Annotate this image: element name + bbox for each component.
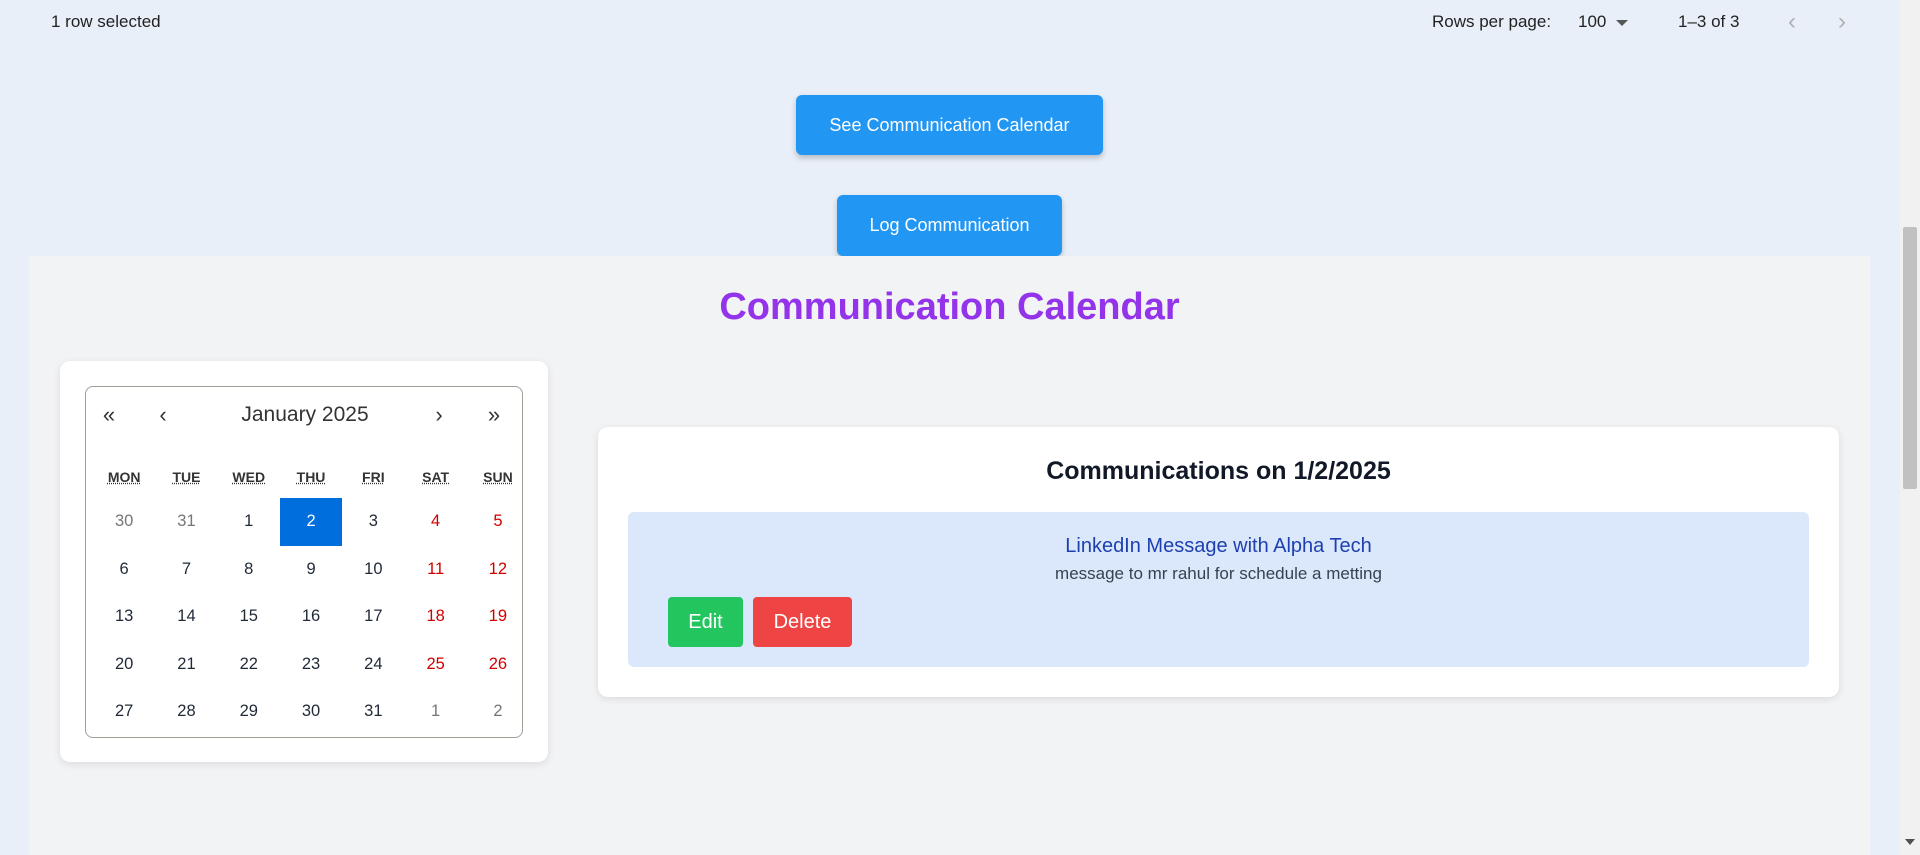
calendar-day-selected[interactable]: 2 [279, 498, 343, 546]
section-title: Communication Calendar [719, 286, 1180, 328]
calendar-day[interactable]: 1 [218, 498, 280, 546]
calendar-day[interactable]: 17 [342, 593, 404, 641]
calendar-day[interactable]: 16 [280, 593, 342, 641]
weekday-label: SAT [422, 469, 450, 485]
calendar-day[interactable]: 31 [342, 688, 404, 736]
weekday-header: MON [93, 469, 155, 485]
calendar-day[interactable]: 26 [467, 641, 529, 689]
calendar-day[interactable]: 11 [404, 546, 466, 594]
communications-heading: Communications on 1/2/2025 [1046, 457, 1391, 485]
weekday-label: SUN [483, 469, 513, 485]
selected-rows-count: 1 row selected [51, 12, 161, 31]
calendar-day[interactable]: 8 [218, 546, 280, 594]
calendar-day[interactable]: 29 [218, 688, 280, 736]
calendar-day[interactable]: 31 [155, 498, 217, 546]
chevron-down-icon [1616, 20, 1629, 26]
delete-button[interactable]: Delete [753, 597, 852, 647]
calendar-day[interactable]: 4 [404, 498, 466, 546]
pagination-range: 1–3 of 3 [1678, 12, 1740, 31]
communication-description: message to mr rahul for schedule a metti… [1055, 564, 1382, 583]
previous-month-button[interactable]: ‹ [143, 401, 183, 429]
weekday-label: MON [107, 469, 141, 485]
calendar: « ‹ January 2025 › » MON TUE WED THU FRI SAT S… [85, 386, 523, 738]
communication-calendar-section: Communication Calendar « ‹ January 2025 … [29, 256, 1870, 855]
see-communication-calendar-button[interactable]: See Communication Calendar [796, 95, 1103, 155]
next-page-button[interactable]: › [1827, 8, 1857, 36]
calendar-day[interactable]: 5 [467, 498, 529, 546]
calendar-day[interactable]: 14 [155, 593, 217, 641]
weekday-header: FRI [342, 469, 404, 485]
rows-per-page-select[interactable]: 100 [1578, 12, 1629, 32]
weekday-label: TUE [172, 469, 201, 485]
calendar-day[interactable]: 15 [218, 593, 280, 641]
calendar-day[interactable]: 25 [404, 641, 466, 689]
calendar-day[interactable]: 28 [155, 688, 217, 736]
calendar-day[interactable]: 1 [404, 688, 466, 736]
calendar-day[interactable]: 21 [155, 641, 217, 689]
weekday-header: THU [280, 469, 342, 485]
calendar-day[interactable]: 10 [342, 546, 404, 594]
previous-page-button[interactable]: ‹ [1777, 8, 1807, 36]
calendar-day[interactable]: 18 [404, 593, 466, 641]
edit-button[interactable]: Edit [668, 597, 743, 647]
calendar-day[interactable]: 7 [155, 546, 217, 594]
calendar-day[interactable]: 19 [467, 593, 529, 641]
calendar-days-grid: 30 31 1 2 3 4 5 6 7 8 9 10 11 12 13 14 15 16 17 18 19 20 21 22 2… [93, 498, 529, 736]
weekday-header: SUN [467, 469, 529, 485]
weekday-label: WED [232, 469, 266, 485]
calendar-day[interactable]: 20 [93, 641, 155, 689]
calendar-day[interactable]: 9 [280, 546, 342, 594]
vertical-scrollbar[interactable] [1900, 0, 1920, 855]
rows-per-page-value: 100 [1578, 12, 1607, 31]
calendar-day[interactable]: 13 [93, 593, 155, 641]
chevron-left-icon: ‹ [1788, 8, 1796, 35]
calendar-navigation: « ‹ January 2025 › » [86, 387, 522, 443]
calendar-weekdays: MON TUE WED THU FRI SAT SUN [93, 469, 529, 485]
calendar-day[interactable]: 3 [342, 498, 404, 546]
calendar-day[interactable]: 23 [280, 641, 342, 689]
rows-per-page-label: Rows per page: [1432, 12, 1552, 31]
table-pagination-footer: 1 row selected Rows per page: 100 1–3 of… [0, 0, 1900, 44]
calendar-day[interactable]: 24 [342, 641, 404, 689]
calendar-day[interactable]: 6 [93, 546, 155, 594]
next-month-button[interactable]: › [419, 401, 459, 429]
weekday-label: FRI [362, 469, 385, 485]
weekday-header: TUE [155, 469, 217, 485]
calendar-month-label[interactable]: January 2025 [186, 401, 424, 429]
calendar-day[interactable]: 12 [467, 546, 529, 594]
scroll-down-arrow-icon[interactable] [1905, 839, 1915, 845]
next-year-button[interactable]: » [474, 401, 514, 429]
calendar-day[interactable]: 2 [467, 688, 529, 736]
communication-item: LinkedIn Message with Alpha Tech message… [628, 512, 1809, 667]
previous-year-button[interactable]: « [89, 401, 129, 429]
calendar-day[interactable]: 30 [280, 688, 342, 736]
weekday-label: THU [296, 469, 326, 485]
weekday-header: SAT [404, 469, 466, 485]
communications-card: Communications on 1/2/2025 LinkedIn Mess… [598, 427, 1839, 697]
log-communication-button[interactable]: Log Communication [837, 195, 1062, 256]
calendar-card: « ‹ January 2025 › » MON TUE WED THU FRI SAT S… [60, 361, 548, 762]
scrollbar-thumb[interactable] [1903, 227, 1917, 489]
calendar-day[interactable]: 22 [218, 641, 280, 689]
calendar-day[interactable]: 30 [93, 498, 155, 546]
weekday-header: WED [218, 469, 280, 485]
calendar-day[interactable]: 27 [93, 688, 155, 736]
chevron-right-icon: › [1838, 8, 1846, 35]
communication-title: LinkedIn Message with Alpha Tech [1065, 535, 1372, 557]
